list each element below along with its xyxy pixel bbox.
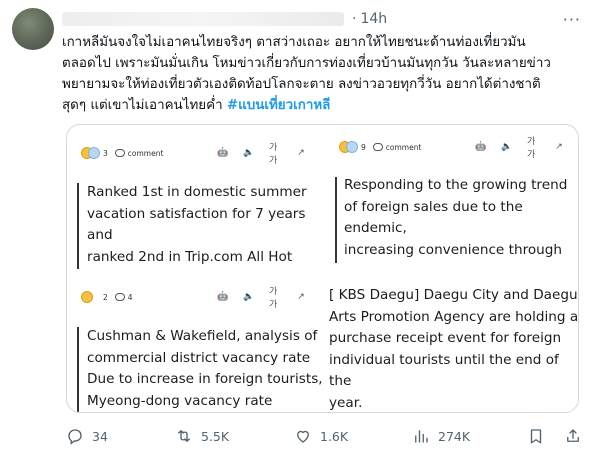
reply-button[interactable]: 34 — [66, 427, 108, 445]
reaction-emoji-icon — [339, 141, 361, 153]
card-3-quote-bar — [77, 327, 79, 412]
speaker-icon: 🔈 — [243, 292, 255, 302]
repost-button[interactable]: 5.5K — [175, 427, 229, 445]
bookmark-icon — [530, 429, 542, 444]
comment-icon — [372, 143, 383, 151]
card-2-reaction-count: 9 — [361, 142, 366, 152]
robot-icon: 🤖 — [475, 142, 487, 152]
repost-count: 5.5K — [201, 428, 230, 444]
card-2-text: Responding to the growing trend of forei… — [344, 177, 568, 258]
card-3-reaction-count: 2 — [103, 292, 108, 302]
robot-icon: 🤖 — [217, 292, 229, 302]
views-count: 274K — [438, 428, 471, 444]
hashtag-link[interactable]: #แบนเที่ยวเกาหลี — [227, 98, 331, 113]
card-1-toolbar: 3 comment — [81, 147, 163, 159]
card-2-comment-button: comment — [372, 143, 421, 152]
views-button[interactable]: 274K — [412, 427, 470, 445]
card-1-quote-bar — [77, 183, 79, 269]
header-separator: · — [352, 11, 357, 27]
share-icon — [567, 429, 579, 442]
post-action-bar: 34 5.5K 1.6K 274K — [62, 425, 582, 447]
robot-icon: 🤖 — [217, 148, 229, 158]
heart-icon — [297, 430, 309, 443]
author-avatar[interactable] — [12, 8, 54, 50]
card-1-tools: 🤖 🔈 가가 ↗ — [217, 143, 307, 166]
post-header: · 14h ··· — [62, 8, 581, 30]
post-media-image[interactable]: 3 comment 🤖 🔈 가가 ↗ Ranked 1st in domesti… — [66, 124, 579, 413]
share-icon: ↗ — [297, 292, 305, 302]
share-icon: ↗ — [297, 148, 305, 158]
card-1-comment-button: comment — [114, 149, 163, 158]
comment-icon — [114, 149, 125, 157]
card-3-tools: 🤖 🔈 가가 ↗ — [217, 287, 307, 310]
font-size-icon: 가가 — [269, 143, 278, 166]
analytics-icon — [415, 430, 428, 443]
card-2-tools: 🤖 🔈 가가 ↗ — [475, 137, 565, 160]
card-3-comment-button: 4 — [114, 293, 133, 302]
card-2-toolbar: 9 comment — [339, 141, 421, 153]
reply-icon — [68, 429, 82, 445]
post-text: เกาหลีมันจงใจไม่เอาคนไทยจริงๆ ตาสว่างเถอ… — [62, 32, 582, 116]
repost-icon — [178, 430, 190, 442]
speaker-icon: 🔈 — [243, 148, 255, 158]
reaction-emoji-icon — [81, 147, 103, 159]
post-timestamp[interactable]: 14h — [360, 11, 387, 27]
card-3-toolbar: 2 4 — [81, 291, 133, 303]
reaction-emoji-icon — [81, 291, 103, 303]
font-size-icon: 가가 — [269, 287, 278, 310]
comment-icon — [114, 293, 125, 301]
reply-count: 34 — [92, 428, 108, 444]
bookmark-button[interactable] — [527, 427, 553, 445]
more-options-icon[interactable]: ··· — [563, 10, 581, 29]
author-name-blurred[interactable] — [62, 12, 344, 26]
like-count: 1.6K — [320, 428, 349, 444]
card-1-text: Ranked 1st in domestic summer vacation s… — [87, 184, 307, 265]
speaker-icon: 🔈 — [501, 142, 513, 152]
like-button[interactable]: 1.6K — [294, 427, 348, 445]
card-1-reaction-count: 3 — [103, 148, 108, 158]
card-2-quote-bar — [335, 177, 337, 263]
share-button[interactable] — [564, 427, 590, 445]
share-icon: ↗ — [555, 142, 563, 152]
card-4-text: [ KBS Daegu] Daegu City and Daegu Arts P… — [329, 287, 579, 411]
font-size-icon: 가가 — [527, 137, 536, 160]
